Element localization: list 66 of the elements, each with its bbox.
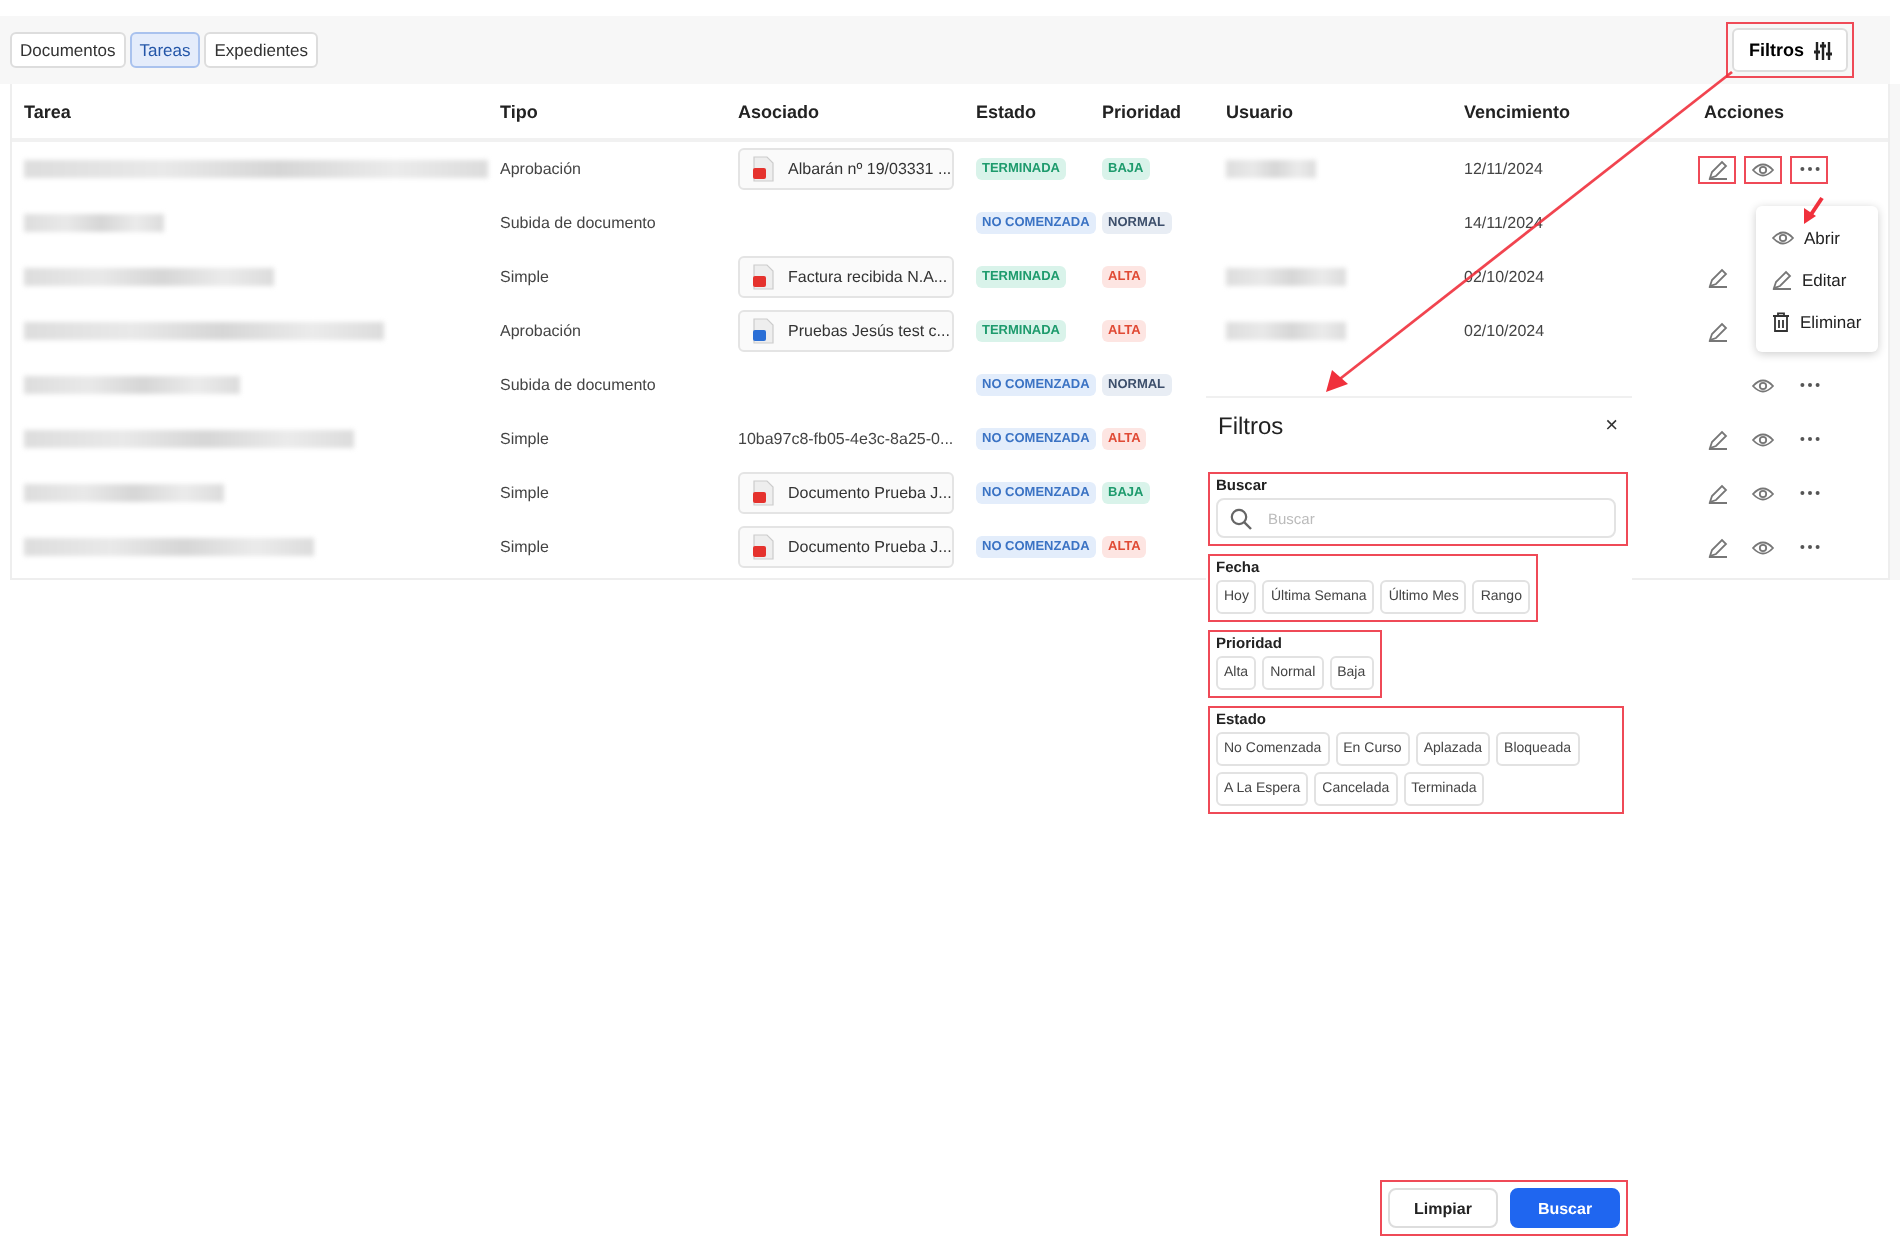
table-cell: Simple xyxy=(500,484,549,502)
eye-icon xyxy=(1752,377,1774,393)
column-header: Vencimiento xyxy=(1452,84,1692,142)
table-cell: Simple xyxy=(500,538,549,556)
pencil-icon xyxy=(1707,537,1727,557)
eye-icon xyxy=(1752,539,1774,555)
column-header: Asociado xyxy=(726,84,964,142)
pencil-icon xyxy=(1707,429,1727,449)
more-icon xyxy=(1799,490,1819,496)
file-chip[interactable]: Factura recibida N.A... xyxy=(738,256,954,298)
column-header: Estado xyxy=(964,84,1090,142)
close-button[interactable]: × xyxy=(1601,414,1622,438)
column-header: Tipo xyxy=(488,84,726,142)
trash-icon xyxy=(1772,311,1790,331)
file-chip[interactable]: Pruebas Jesús test c... xyxy=(738,310,954,352)
word-file-icon xyxy=(752,318,774,344)
sliders-icon xyxy=(1814,41,1832,59)
column-header: Usuario xyxy=(1214,84,1452,142)
tab[interactable]: Expedientes xyxy=(204,32,319,68)
tab[interactable]: Tareas xyxy=(129,32,201,68)
annotation-arrow xyxy=(1804,196,1824,224)
table-cell: Aprobación xyxy=(500,160,581,178)
more-icon xyxy=(1799,382,1819,388)
eye-icon xyxy=(1772,229,1794,245)
pdf-file-icon xyxy=(752,264,774,290)
search-icon xyxy=(1230,508,1252,530)
table-cell: Subida de documento xyxy=(500,376,656,394)
pencil-icon xyxy=(1707,267,1727,287)
menu-item[interactable]: Eliminar xyxy=(1756,300,1878,342)
column-header: Tarea xyxy=(12,84,488,142)
table-cell: 12/11/2024 xyxy=(1464,160,1543,178)
eye-icon xyxy=(1752,485,1774,501)
more-icon xyxy=(1799,166,1819,172)
pdf-file-icon xyxy=(752,156,774,182)
more-icon xyxy=(1799,544,1819,550)
eye-icon xyxy=(1752,431,1774,447)
filters-button[interactable]: Filtros xyxy=(1732,28,1848,72)
table-cell: 10ba97c8-fb05-4e3c-8a25-0... xyxy=(738,430,954,448)
panel-title: Filtros xyxy=(1218,412,1284,440)
pdf-file-icon xyxy=(752,480,774,506)
table-cell: 02/10/2024 xyxy=(1464,322,1545,340)
menu-item[interactable]: Editar xyxy=(1756,258,1878,300)
pencil-icon xyxy=(1707,321,1727,341)
column-header: Acciones xyxy=(1692,84,1888,142)
edit-button[interactable] xyxy=(1698,155,1736,183)
eye-icon xyxy=(1752,161,1774,177)
tab[interactable]: Documentos xyxy=(10,32,126,68)
pdf-file-icon xyxy=(752,534,774,560)
column-header: Prioridad xyxy=(1090,84,1214,142)
pencil-icon xyxy=(1772,269,1792,289)
pencil-icon xyxy=(1707,159,1727,179)
table-cell: Subida de documento xyxy=(500,214,656,232)
menu-item[interactable]: Abrir xyxy=(1756,216,1878,258)
more-icon xyxy=(1799,436,1819,442)
blurred-text xyxy=(24,214,164,232)
view-button[interactable] xyxy=(1744,155,1782,183)
file-chip[interactable]: Albarán nº 19/03331 ... xyxy=(738,148,954,190)
table-cell: Aprobación xyxy=(500,322,581,340)
file-chip[interactable]: Documento Prueba J... xyxy=(738,472,954,514)
file-chip[interactable]: Documento Prueba J... xyxy=(738,526,954,568)
table-cell: Simple xyxy=(500,268,549,286)
search-button[interactable]: Buscar xyxy=(1510,1188,1620,1228)
table-cell: Simple xyxy=(500,430,549,448)
more-button[interactable] xyxy=(1790,155,1828,183)
clear-button[interactable]: Limpiar xyxy=(1388,1188,1498,1228)
pencil-icon xyxy=(1707,483,1727,503)
